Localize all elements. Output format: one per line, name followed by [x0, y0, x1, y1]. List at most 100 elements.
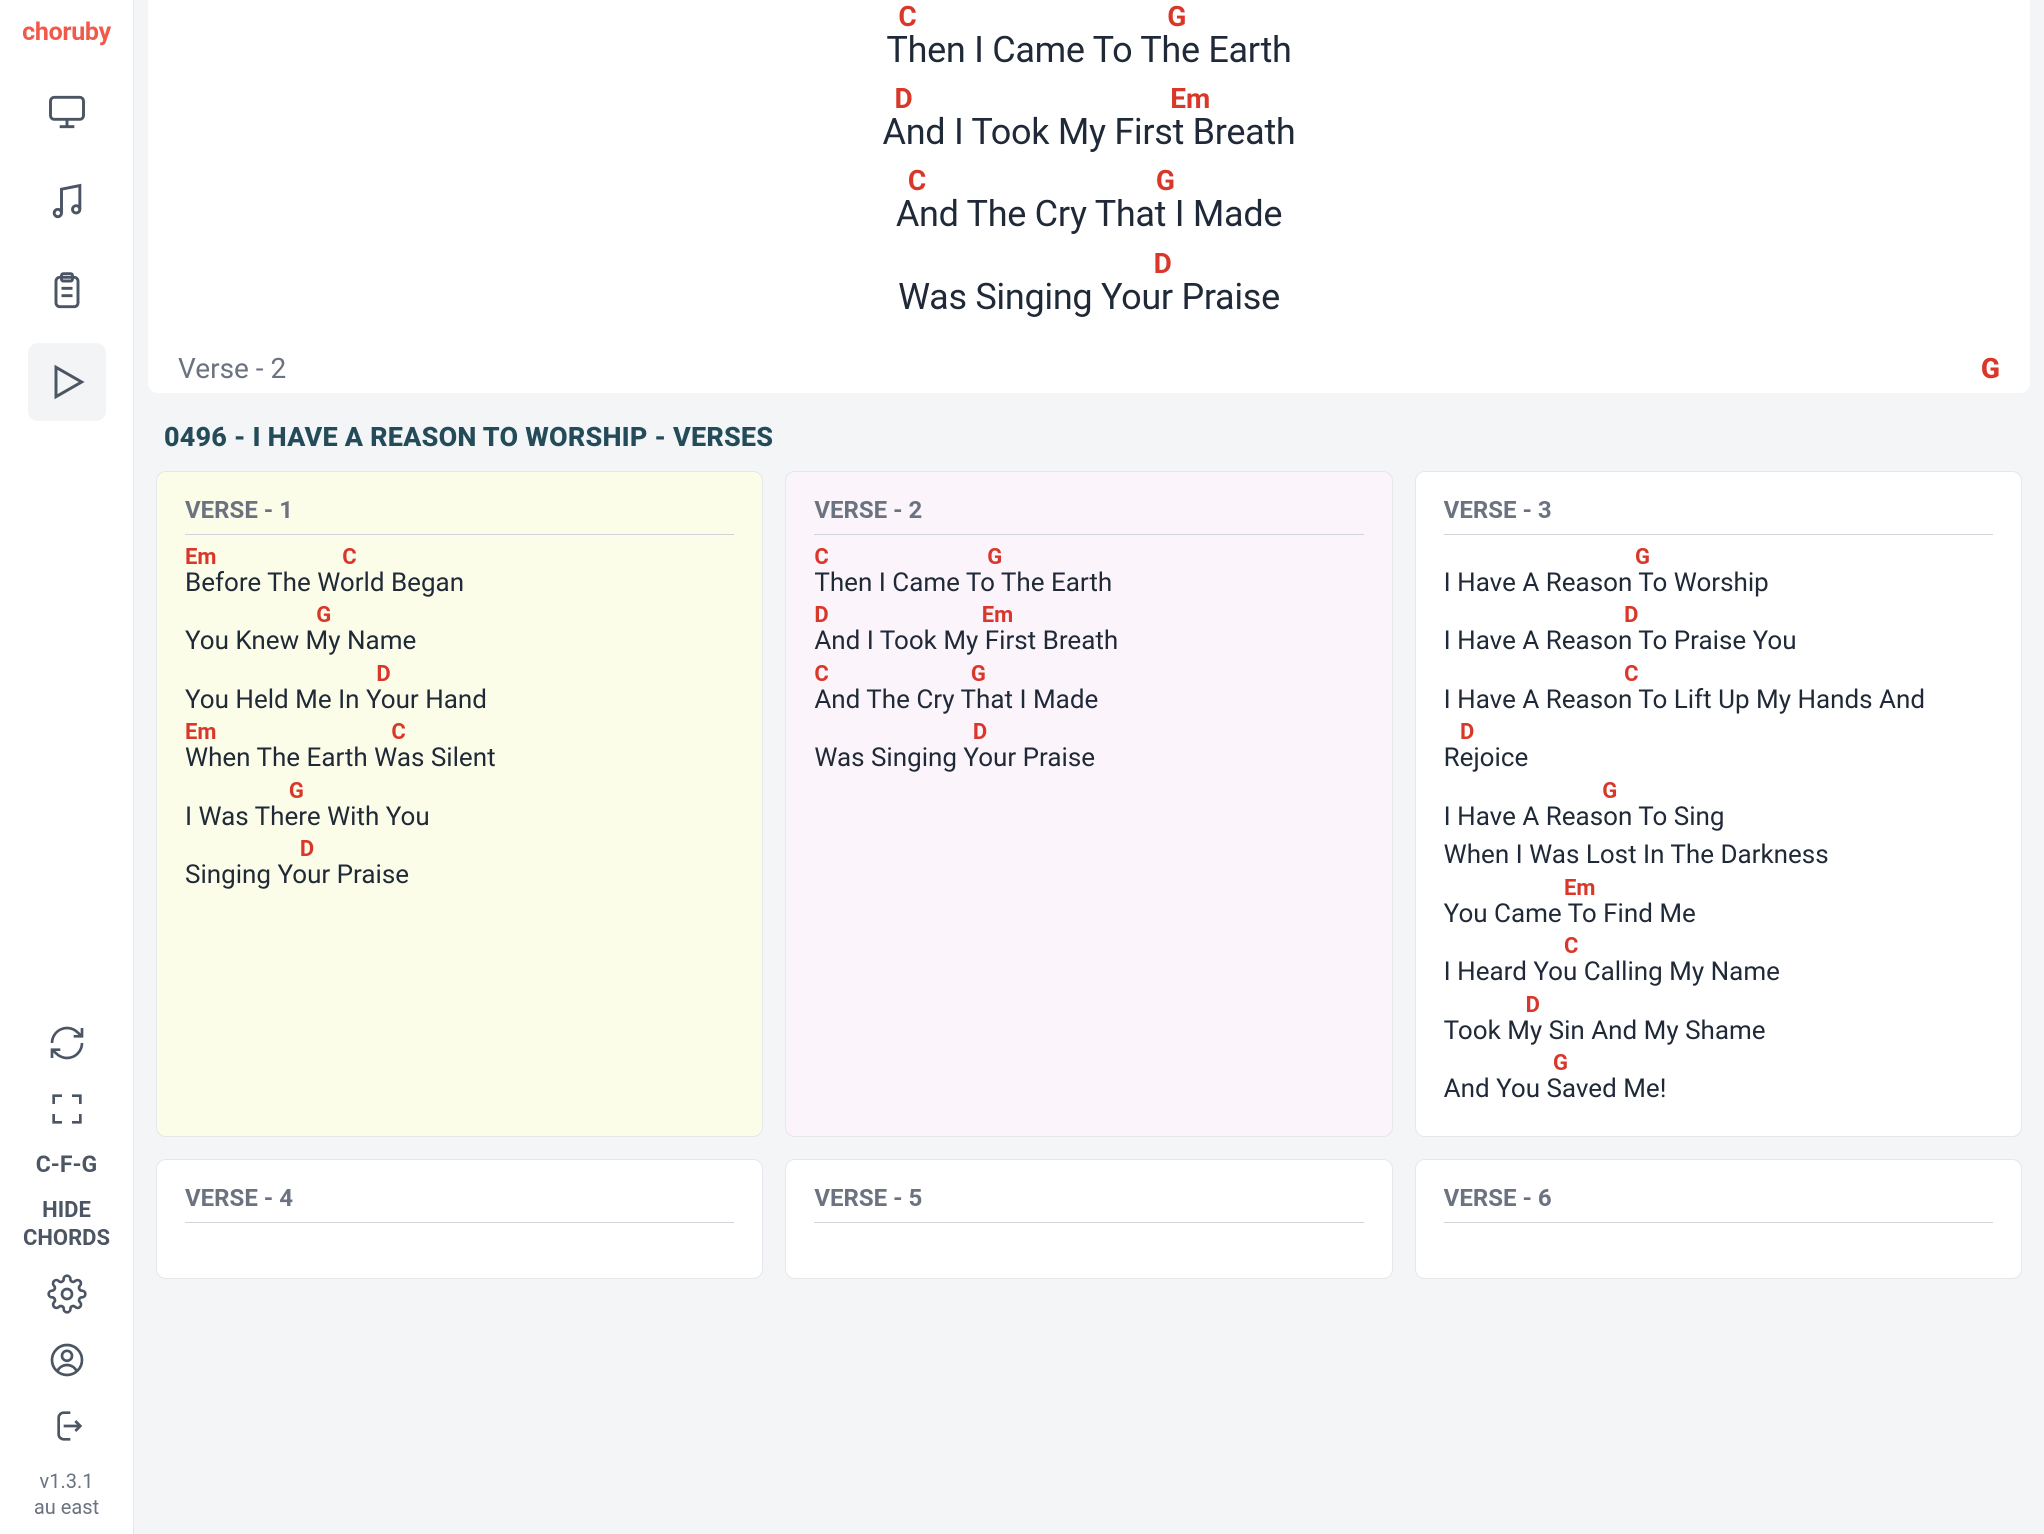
chord-row: C [1444, 936, 1993, 958]
chord-row: D [814, 722, 1363, 744]
version-label: v1.3.1 au east [34, 1468, 99, 1520]
logout-icon[interactable] [37, 1402, 97, 1450]
lyric-row: Rejoice [1444, 742, 1993, 775]
lyric-row: You Held Me In Your Hand [185, 684, 734, 717]
card-line: C GAnd The Cry That I Made [814, 664, 1363, 717]
lyric-row: And I Took My First Breath [883, 111, 1296, 158]
chord-row: G [1444, 547, 1993, 569]
display-icon[interactable] [28, 73, 106, 151]
lyric-row: You Came To Find Me [1444, 898, 1993, 931]
verse-card[interactable]: VERSE - 5 [785, 1159, 1392, 1279]
card-line: CI Heard You Calling My Name [1444, 936, 1993, 989]
lyric-row: And The Cry That I Made [814, 684, 1363, 717]
card-line: GYou Knew My Name [185, 605, 734, 658]
preview-footer-right: G [1981, 352, 2000, 385]
chord-row: D [185, 664, 734, 686]
verse-card-title: VERSE - 5 [814, 1184, 1363, 1212]
card-line: When I Was Lost In The Darkness [1444, 839, 1993, 872]
verse-card[interactable]: VERSE - 1Em CBefore The World Began GYou… [156, 471, 763, 1137]
lyric-row: When I Was Lost In The Darkness [1444, 839, 1993, 872]
chord-row: G [185, 605, 734, 627]
card-line: EmYou Came To Find Me [1444, 878, 1993, 931]
chord-row: G [1444, 1053, 1993, 1075]
preview-line: C GThen I Came To The Earth [886, 0, 1291, 76]
verse-card-title: VERSE - 2 [814, 496, 1363, 524]
fullscreen-icon[interactable] [37, 1085, 97, 1133]
lyric-row: Took My Sin And My Shame [1444, 1015, 1993, 1048]
verse-grid: VERSE - 1Em CBefore The World Began GYou… [134, 471, 2044, 1301]
card-line: DYou Held Me In Your Hand [185, 664, 734, 717]
user-icon[interactable] [37, 1336, 97, 1384]
verse-card-title: VERSE - 1 [185, 496, 734, 524]
nav-top [28, 73, 106, 421]
lyric-row: When The Earth Was Silent [185, 742, 734, 775]
lyric-row: Then I Came To The Earth [886, 29, 1291, 76]
settings-icon[interactable] [37, 1270, 97, 1318]
card-line: DRejoice [1444, 722, 1993, 775]
chord-row: Em C [185, 547, 734, 569]
divider [1444, 534, 1993, 535]
refresh-icon[interactable] [37, 1019, 97, 1067]
verse-card[interactable]: VERSE - 4 [156, 1159, 763, 1279]
lyric-row: And You Saved Me! [1444, 1073, 1993, 1106]
card-line: Em CBefore The World Began [185, 547, 734, 600]
nav-bottom: C-F-G HIDE CHORDS v1.3.1 au east [0, 1019, 133, 1520]
card-line: Em CWhen The Earth Was Silent [185, 722, 734, 775]
lyric-row: And I Took My First Breath [814, 625, 1363, 658]
lyric-row: And The Cry That I Made [896, 193, 1282, 240]
card-line: DWas Singing Your Praise [814, 722, 1363, 775]
divider [185, 534, 734, 535]
card-line: DSinging Your Praise [185, 839, 734, 892]
card-line: GI Have A Reason To Worship [1444, 547, 1993, 600]
lyric-row: I Have A Reason To Sing [1444, 801, 1993, 834]
chord-row: G [1444, 781, 1993, 803]
lyric-row: I Heard You Calling My Name [1444, 956, 1993, 989]
verse-card[interactable]: VERSE - 3 GI Have A Reason To Worship DI… [1415, 471, 2022, 1137]
clipboard-icon[interactable] [28, 253, 106, 331]
sidebar: choruby C-F-G HIDE CHORDS [0, 0, 134, 1534]
region: au east [34, 1495, 99, 1519]
logo[interactable]: choruby [22, 18, 111, 47]
lyric-row: Was Singing Your Praise [898, 276, 1280, 323]
verse-card[interactable]: VERSE - 6 [1415, 1159, 2022, 1279]
chord-row: Em C [185, 722, 734, 744]
chord-row: D [1444, 605, 1993, 627]
lyric-row: Then I Came To The Earth [814, 567, 1363, 600]
card-line: DI Have A Reason To Praise You [1444, 605, 1993, 658]
chord-row: C [1444, 664, 1993, 686]
hide-chords-button[interactable]: HIDE CHORDS [0, 1197, 133, 1252]
preview-line: D EmAnd I Took My First Breath [883, 82, 1296, 158]
lyric-row: Singing Your Praise [185, 859, 734, 892]
chord-row: Em [1444, 878, 1993, 900]
chord-row: G [185, 781, 734, 803]
divider [814, 1222, 1363, 1223]
section-title: 0496 - I HAVE A REASON TO WORSHIP - VERS… [134, 393, 2044, 471]
verse-card-title: VERSE - 3 [1444, 496, 1993, 524]
divider [1444, 1222, 1993, 1223]
preview-panel: C GThen I Came To The EarthD EmAnd I Too… [148, 0, 2030, 393]
card-line: DTook My Sin And My Shame [1444, 995, 1993, 1048]
card-line: GAnd You Saved Me! [1444, 1053, 1993, 1106]
preview-footer: Verse - 2 G [148, 352, 2030, 385]
chord-row: D [185, 839, 734, 861]
divider [814, 534, 1363, 535]
music-icon[interactable] [28, 163, 106, 241]
verse-card-title: VERSE - 4 [185, 1184, 734, 1212]
card-line: GI Was There With You [185, 781, 734, 834]
lyric-row: I Have A Reason To Lift Up My Hands And [1444, 684, 1993, 717]
preview-line: C GAnd The Cry That I Made [896, 164, 1282, 240]
lyric-row: I Have A Reason To Worship [1444, 567, 1993, 600]
preview-line: DWas Singing Your Praise [898, 247, 1280, 323]
chord-row: C G [814, 547, 1363, 569]
preview-lines: C GThen I Came To The EarthD EmAnd I Too… [883, 0, 1296, 323]
lyric-row: I Was There With You [185, 801, 734, 834]
verse-card[interactable]: VERSE - 2C GThen I Came To The EarthD Em… [785, 471, 1392, 1137]
chord-shortcut[interactable]: C-F-G [36, 1151, 97, 1179]
chord-row: D [1444, 722, 1993, 744]
card-line: C GThen I Came To The Earth [814, 547, 1363, 600]
lyric-row: Before The World Began [185, 567, 734, 600]
play-icon[interactable] [28, 343, 106, 421]
chord-row: C G [814, 664, 1363, 686]
preview-footer-left: Verse - 2 [178, 352, 286, 385]
lyric-row: You Knew My Name [185, 625, 734, 658]
